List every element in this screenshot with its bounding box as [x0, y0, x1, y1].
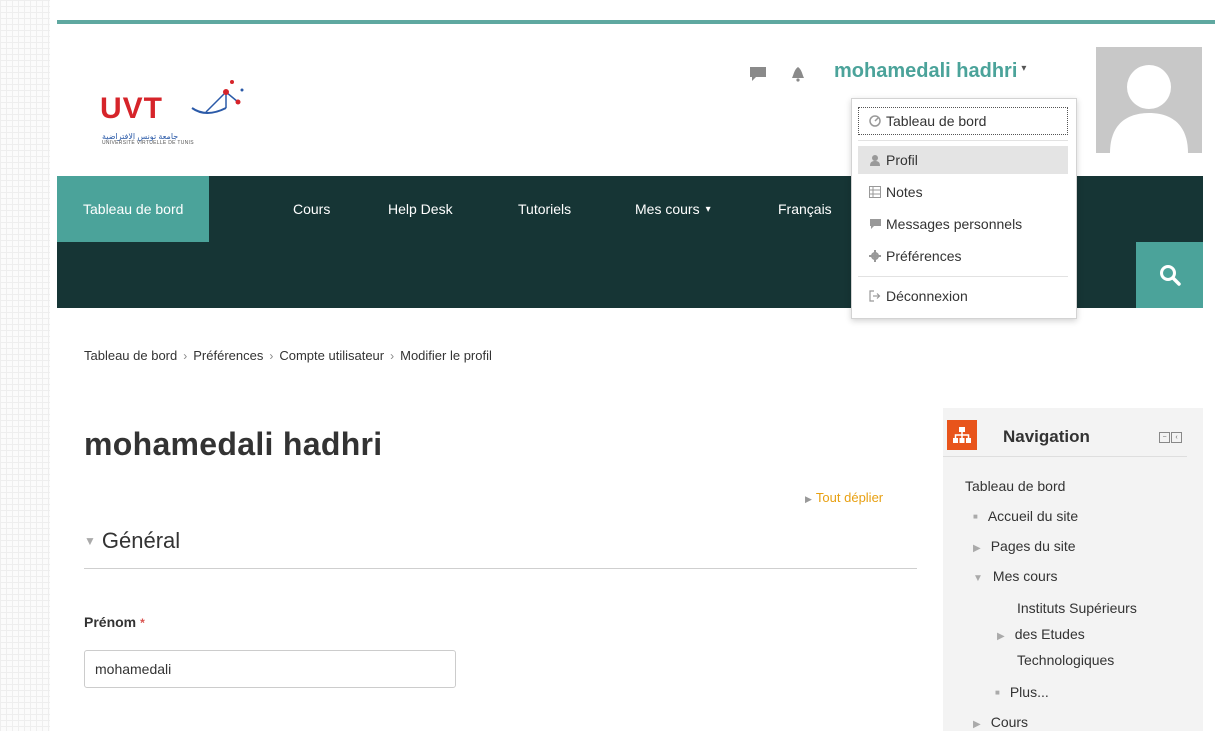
- first-name-input[interactable]: [84, 650, 456, 688]
- nav-tree-institutes-line3[interactable]: Technologiques: [1017, 652, 1114, 668]
- bell-icon[interactable]: [788, 64, 808, 84]
- section-title: Général: [101, 528, 181, 553]
- breadcrumb-item-preferences[interactable]: Préférences: [193, 348, 263, 363]
- breadcrumb-separator: ›: [269, 349, 274, 363]
- caret-down-icon: ▼: [84, 534, 96, 548]
- nav-item-language[interactable]: Français: [778, 176, 832, 242]
- chevron-down-icon: ▾: [1021, 63, 1027, 74]
- user-dropdown-menu: Tableau de bord Profil Notes Messages pe…: [851, 98, 1077, 319]
- chat-bubble-icon[interactable]: [748, 64, 768, 84]
- bullet-icon: ■: [995, 688, 1000, 697]
- search-button[interactable]: [1136, 242, 1203, 308]
- dropdown-item-dashboard[interactable]: Tableau de bord: [858, 107, 1068, 135]
- nav-tree-institutes-line1[interactable]: Instituts Supérieurs: [1017, 600, 1137, 616]
- chevron-down-icon: ▾: [705, 203, 711, 215]
- dropdown-item-logout[interactable]: Déconnexion: [858, 282, 1068, 310]
- caret-right-icon: ▶: [973, 543, 981, 554]
- nav-item-dashboard[interactable]: Tableau de bord: [57, 176, 210, 242]
- sitemap-icon: [947, 420, 977, 450]
- site-logo[interactable]: UVT جامعة تونس الافتراضية UNIVERSITÉ VIR…: [100, 78, 260, 148]
- nav-tree-site-pages[interactable]: ▶ Pages du site: [973, 538, 1076, 554]
- expand-all-label: Tout déplier: [815, 490, 884, 505]
- breadcrumb-separator: ›: [390, 349, 395, 363]
- nav-tree-courses[interactable]: ▶ Cours: [973, 714, 1028, 730]
- dropdown-divider: [858, 140, 1068, 141]
- dock-block-icon[interactable]: ‹: [1171, 432, 1182, 443]
- nav-label: Français: [778, 201, 832, 217]
- nav-tree-label: Cours: [990, 714, 1029, 730]
- dropdown-item-preferences[interactable]: Préférences: [858, 242, 1068, 270]
- dropdown-item-label: Déconnexion: [886, 288, 968, 304]
- caret-down-icon: ▼: [973, 573, 983, 584]
- nav-tree-label: Accueil du site: [987, 508, 1079, 524]
- nav-tree-institutes[interactable]: ▶ des Etudes: [997, 626, 1085, 642]
- dropdown-item-label: Messages personnels: [886, 216, 1023, 232]
- navigation-block-header: Navigation − ‹: [943, 408, 1187, 457]
- nav-item-courses[interactable]: Cours: [293, 176, 330, 242]
- breadcrumb-item-dashboard[interactable]: Tableau de bord: [84, 348, 177, 363]
- nav-label: Tableau de bord: [83, 201, 184, 217]
- chat-bubble-icon: [868, 218, 882, 230]
- nav-tree-institutes-line2: des Etudes: [1014, 626, 1085, 642]
- caret-right-icon: ▶: [973, 719, 981, 730]
- nav-tree-dashboard[interactable]: Tableau de bord: [965, 478, 1065, 494]
- grades-table-icon: [868, 186, 882, 198]
- first-name-label-text: Prénom: [84, 614, 137, 630]
- caret-right-icon: ▶: [805, 494, 812, 504]
- gear-icon: [868, 250, 882, 262]
- top-accent-line: [57, 20, 1215, 24]
- page-title: mohamedali hadhri: [84, 426, 383, 462]
- nav-label: Cours: [293, 201, 331, 217]
- navigation-block-title: Navigation: [1003, 427, 1090, 446]
- nav-tree-label: Pages du site: [990, 538, 1076, 554]
- user-icon: [868, 154, 882, 166]
- logo-text: UVT: [100, 92, 163, 125]
- avatar-icon: [1110, 65, 1188, 153]
- nav-tree-site-home[interactable]: ■ Accueil du site: [973, 508, 1078, 524]
- user-menu-toggle[interactable]: mohamedali hadhri ▾: [834, 60, 1026, 83]
- search-icon: [1159, 265, 1181, 286]
- logo-subtitle: UNIVERSITÉ VIRTUELLE DE TUNIS: [102, 140, 194, 146]
- breadcrumb-item-current: Modifier le profil: [400, 348, 492, 363]
- nav-tree-label: Mes cours: [992, 568, 1058, 584]
- dropdown-item-label: Profil: [886, 152, 918, 168]
- dashboard-icon: [868, 115, 882, 127]
- nav-item-tutorials[interactable]: Tutoriels: [518, 176, 571, 242]
- breadcrumb-separator: ›: [183, 349, 188, 363]
- dropdown-item-profile[interactable]: Profil: [858, 146, 1068, 174]
- nav-tree-more[interactable]: ■ Plus...: [995, 684, 1049, 700]
- required-icon: *: [140, 616, 145, 630]
- breadcrumb-item-user-account[interactable]: Compte utilisateur: [279, 348, 384, 363]
- section-general-header[interactable]: ▼ Général: [84, 528, 917, 569]
- logo-graphic-icon: [191, 80, 244, 114]
- nav-item-help-desk[interactable]: Help Desk: [388, 176, 453, 242]
- nav-label: Help Desk: [388, 201, 453, 217]
- dropdown-item-label: Tableau de bord: [886, 113, 987, 129]
- avatar[interactable]: [1096, 47, 1202, 153]
- expand-all-link[interactable]: ▶ Tout déplier: [805, 490, 883, 505]
- user-name: mohamedali hadhri: [834, 60, 1018, 82]
- caret-right-icon: ▶: [997, 631, 1005, 642]
- dropdown-item-grades[interactable]: Notes: [858, 178, 1068, 206]
- logout-icon: [868, 290, 882, 302]
- bullet-icon: ■: [973, 512, 978, 521]
- collapse-block-icon[interactable]: −: [1159, 432, 1170, 443]
- nav-tree-label: Plus...: [1009, 684, 1049, 700]
- nav-tree-my-courses[interactable]: ▼ Mes cours: [973, 568, 1057, 584]
- dropdown-item-messages[interactable]: Messages personnels: [858, 210, 1068, 238]
- dropdown-divider: [858, 276, 1068, 277]
- first-name-label: Prénom *: [84, 614, 145, 630]
- dropdown-item-label: Notes: [886, 184, 923, 200]
- page-background-stripe: [0, 0, 50, 731]
- breadcrumb: Tableau de bord › Préférences › Compte utili…: [84, 348, 492, 363]
- nav-item-my-courses[interactable]: Mes cours ▾: [635, 176, 711, 242]
- nav-label: Mes cours: [635, 201, 700, 217]
- nav-label: Tutoriels: [518, 201, 572, 217]
- dropdown-item-label: Préférences: [886, 248, 962, 264]
- navigation-block: Navigation − ‹ Tableau de bord ■ Accueil …: [943, 408, 1203, 731]
